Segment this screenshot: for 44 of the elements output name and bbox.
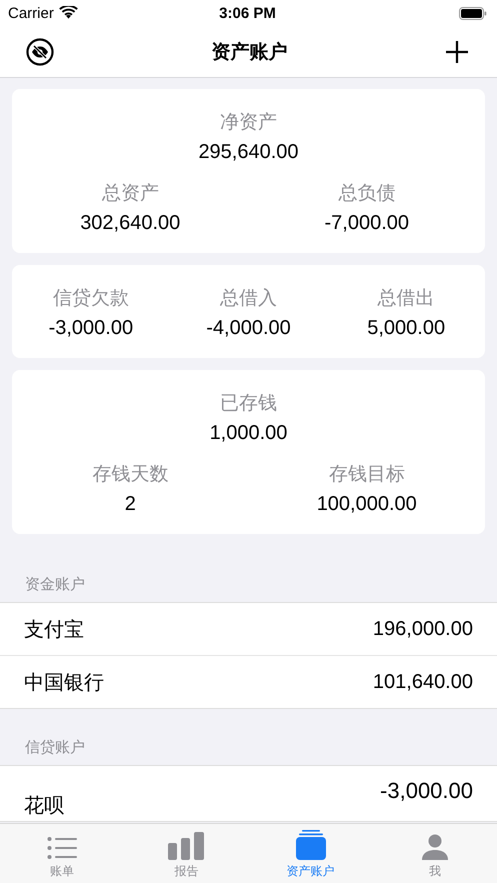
account-amount: 196,000.00 xyxy=(372,618,473,640)
page-title: 资产账户 xyxy=(212,40,288,64)
account-row[interactable]: 中国银行 101,640.00 xyxy=(0,656,497,708)
account-row[interactable]: 花呗 -3,000.00 xyxy=(0,766,497,821)
stat-value: 100,000.00 xyxy=(316,493,417,516)
section-header: 资金账户 xyxy=(24,575,86,595)
tab[interactable]: 账单 xyxy=(0,824,124,883)
wifi-icon xyxy=(58,6,78,20)
tab[interactable]: 报告 xyxy=(124,824,248,883)
carrier-label: Carrier xyxy=(8,4,54,22)
stat-value: 1,000.00 xyxy=(210,422,288,445)
stat-value: -3,000.00 xyxy=(48,317,134,340)
stat-label: 总借出 xyxy=(378,287,435,311)
account-amount: 101,640.00 xyxy=(372,670,473,694)
account-amount: -3,000.00 xyxy=(380,778,473,804)
section-header: 信贷账户 xyxy=(24,738,86,758)
stacked-cards-icon xyxy=(296,830,326,860)
account-name: 花呗 xyxy=(24,794,64,819)
stat-label: 净资产 xyxy=(220,111,277,135)
tab[interactable]: 资产账户 xyxy=(248,824,373,883)
account-row[interactable]: 支付宝 196,000.00 xyxy=(0,603,497,656)
stat-label: 已存钱 xyxy=(220,392,277,416)
stat-value: -4,000.00 xyxy=(206,317,291,340)
stat-value: 295,640.00 xyxy=(198,141,299,164)
stat-label: 总借入 xyxy=(220,287,277,311)
person-icon xyxy=(422,834,448,860)
stat-value: 2 xyxy=(124,493,136,516)
stat-value: -7,000.00 xyxy=(324,212,409,235)
tab[interactable]: 我 xyxy=(372,824,497,883)
hidden-eye-icon[interactable] xyxy=(26,38,54,66)
bar-chart-icon xyxy=(168,832,204,860)
stat-label: 信贷欠款 xyxy=(52,287,129,311)
stat-value: 302,640.00 xyxy=(80,212,180,235)
list-icon xyxy=(47,836,78,860)
stat-label: 总负债 xyxy=(338,182,396,206)
stat-label: 总资产 xyxy=(102,182,159,206)
stat-label: 存钱天数 xyxy=(92,463,168,487)
account-name: 支付宝 xyxy=(24,618,84,642)
battery-icon xyxy=(458,6,487,20)
status-time: 3:06 PM xyxy=(219,4,276,22)
stat-label: 存钱目标 xyxy=(328,463,405,487)
stat-value: 5,000.00 xyxy=(367,317,446,340)
account-name: 中国银行 xyxy=(24,670,104,696)
add-icon[interactable] xyxy=(445,40,469,64)
